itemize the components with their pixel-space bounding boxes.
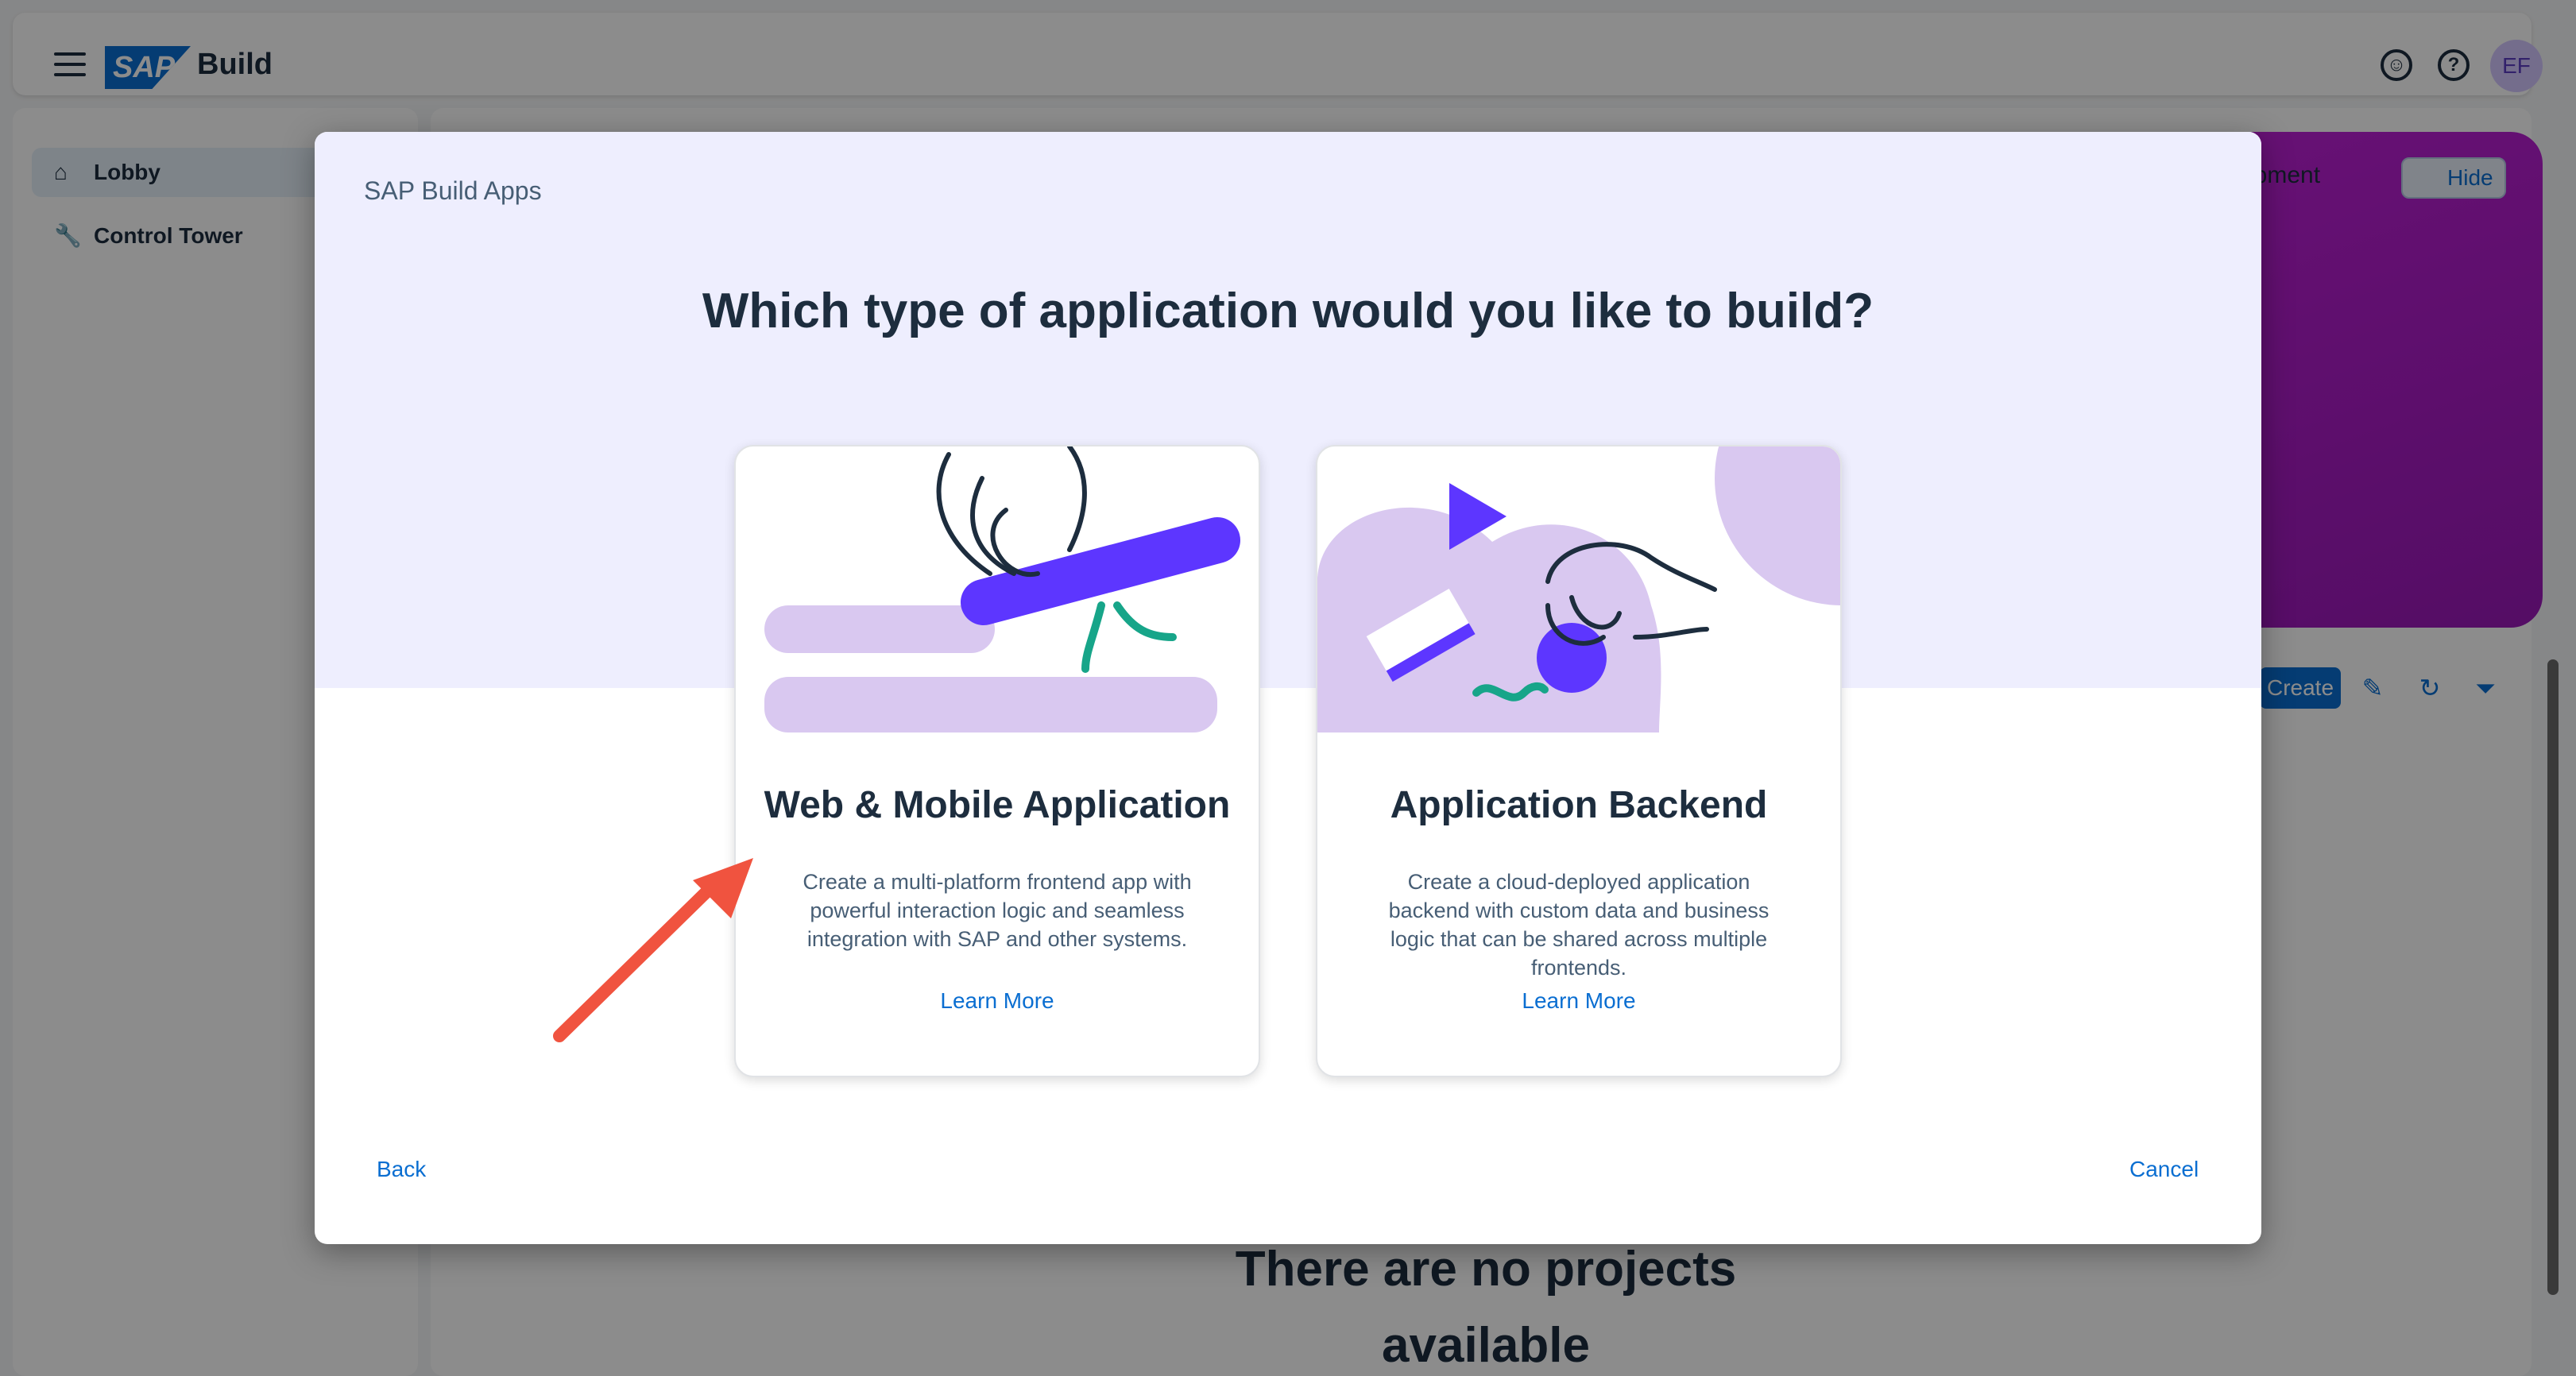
- dialog-question: Which type of application would you like…: [702, 284, 1874, 338]
- card-description: Create a multi-platform frontend app wit…: [803, 870, 1192, 951]
- cancel-button[interactable]: Cancel: [2129, 1157, 2199, 1182]
- dialog-title: SAP Build Apps: [364, 176, 542, 205]
- card-title: Application Backend: [1390, 784, 1768, 826]
- application-type-dialog: SAP Build Apps Which type of application…: [315, 132, 2261, 1244]
- card-title: Web & Mobile Application: [764, 784, 1231, 826]
- back-button[interactable]: Back: [377, 1157, 426, 1182]
- card-description: Create a cloud-deployed application back…: [1388, 870, 1770, 980]
- application-backend-card[interactable]: Application Backend Create a cloud-deplo…: [1316, 445, 1842, 1077]
- learn-more-link[interactable]: Learn More: [736, 988, 1259, 1014]
- web-mobile-illustration: [764, 446, 1240, 732]
- dialog-header-area: [315, 132, 2261, 688]
- web-mobile-application-card[interactable]: Web & Mobile Application Create a multi-…: [734, 445, 1260, 1077]
- application-backend-illustration: [1317, 446, 1840, 732]
- learn-more-link[interactable]: Learn More: [1317, 988, 1840, 1014]
